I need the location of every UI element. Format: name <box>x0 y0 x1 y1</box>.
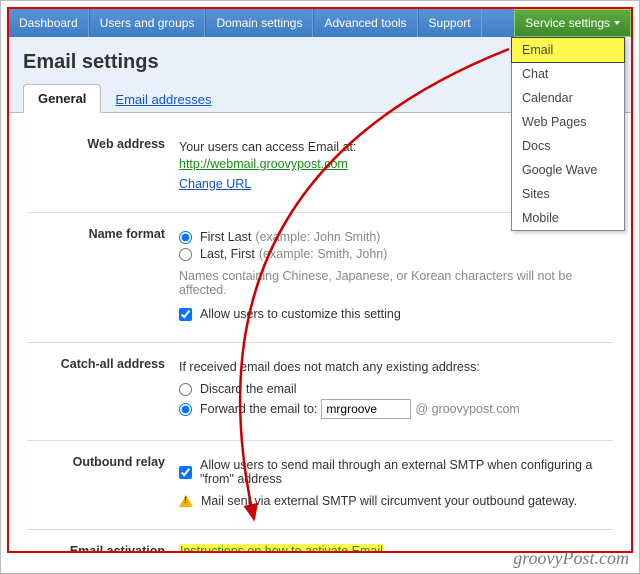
label-name-format: Name format <box>27 227 179 324</box>
tab-general[interactable]: General <box>23 84 101 113</box>
radio-first-last[interactable] <box>179 231 192 244</box>
row-outbound-relay: Outbound relay Allow users to send mail … <box>27 445 613 530</box>
top-nav: Dashboard Users and groups Domain settin… <box>9 9 631 37</box>
checkbox-allow-customize[interactable] <box>179 308 192 321</box>
dropdown-item-sites[interactable]: Sites <box>512 182 624 206</box>
nav-users-groups[interactable]: Users and groups <box>89 9 206 37</box>
checkbox-allow-smtp-label: Allow users to send mail through an exte… <box>200 458 613 486</box>
dropdown-item-calendar[interactable]: Calendar <box>512 86 624 110</box>
forward-domain-suffix: @ groovypost.com <box>415 402 519 416</box>
dropdown-item-mobile[interactable]: Mobile <box>512 206 624 230</box>
activation-instructions-link[interactable]: Instructions on how to activate Email <box>179 544 384 553</box>
row-catch-all: Catch-all address If received email does… <box>27 347 613 441</box>
radio-last-first[interactable] <box>179 248 192 261</box>
label-email-activation: Email activation <box>27 544 179 553</box>
nav-advanced-tools[interactable]: Advanced tools <box>313 9 417 37</box>
service-settings-dropdown: Email Chat Calendar Web Pages Docs Googl… <box>511 37 625 231</box>
change-url-link[interactable]: Change URL <box>179 177 251 191</box>
radio-discard-label: Discard the email <box>200 382 297 396</box>
nav-support[interactable]: Support <box>418 9 482 37</box>
checkbox-allow-smtp[interactable] <box>179 466 192 479</box>
label-web-address: Web address <box>27 137 179 194</box>
radio-last-first-label: Last, First <box>200 247 255 261</box>
dropdown-item-chat[interactable]: Chat <box>512 62 624 86</box>
watermark: groovyPost.com <box>513 548 629 569</box>
label-catch-all: Catch-all address <box>27 357 179 422</box>
radio-first-last-label: First Last <box>200 230 251 244</box>
outbound-warning-text: Mail sent via external SMTP will circumv… <box>201 494 577 508</box>
dropdown-item-email[interactable]: Email <box>511 37 625 63</box>
dropdown-item-webpages[interactable]: Web Pages <box>512 110 624 134</box>
nav-service-settings[interactable]: Service settings <box>514 9 631 37</box>
radio-first-last-hint: (example: John Smith) <box>255 230 380 244</box>
nav-domain-settings[interactable]: Domain settings <box>205 9 313 37</box>
radio-discard[interactable] <box>179 383 192 396</box>
dropdown-item-docs[interactable]: Docs <box>512 134 624 158</box>
warning-icon <box>179 495 193 507</box>
label-outbound-relay: Outbound relay <box>27 455 179 511</box>
tab-email-addresses[interactable]: Email addresses <box>101 86 225 113</box>
checkbox-allow-customize-label: Allow users to customize this setting <box>200 307 401 321</box>
catch-all-intro: If received email does not match any exi… <box>179 360 613 374</box>
chevron-down-icon <box>614 21 620 25</box>
row-name-format: Name format First Last (example: John Sm… <box>27 217 613 343</box>
webmail-url-link[interactable]: http://webmail.groovypost.com <box>179 157 348 171</box>
forward-address-input[interactable] <box>321 399 411 419</box>
nav-dashboard[interactable]: Dashboard <box>9 9 89 37</box>
radio-forward[interactable] <box>179 403 192 416</box>
nav-service-label: Service settings <box>525 16 610 30</box>
radio-last-first-hint: (example: Smith, John) <box>259 247 388 261</box>
radio-forward-label: Forward the email to: <box>200 402 317 416</box>
name-format-note: Names containing Chinese, Japanese, or K… <box>179 269 613 297</box>
dropdown-item-googlewave[interactable]: Google Wave <box>512 158 624 182</box>
